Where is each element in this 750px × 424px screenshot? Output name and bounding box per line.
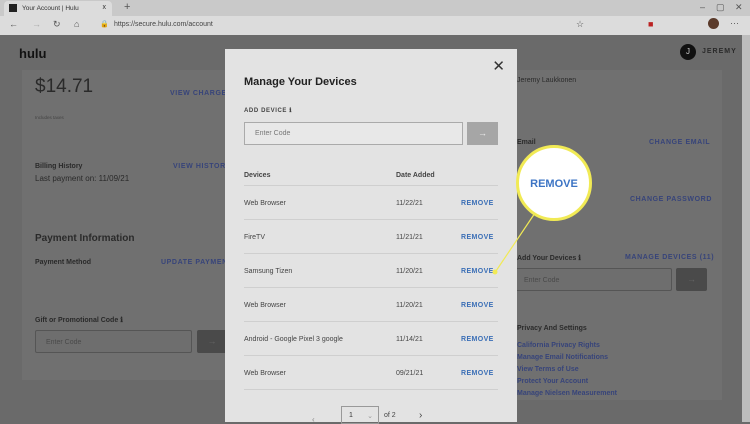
callout-line <box>492 212 536 275</box>
remove-callout: REMOVE <box>516 145 592 221</box>
callout-text: REMOVE <box>530 178 578 190</box>
